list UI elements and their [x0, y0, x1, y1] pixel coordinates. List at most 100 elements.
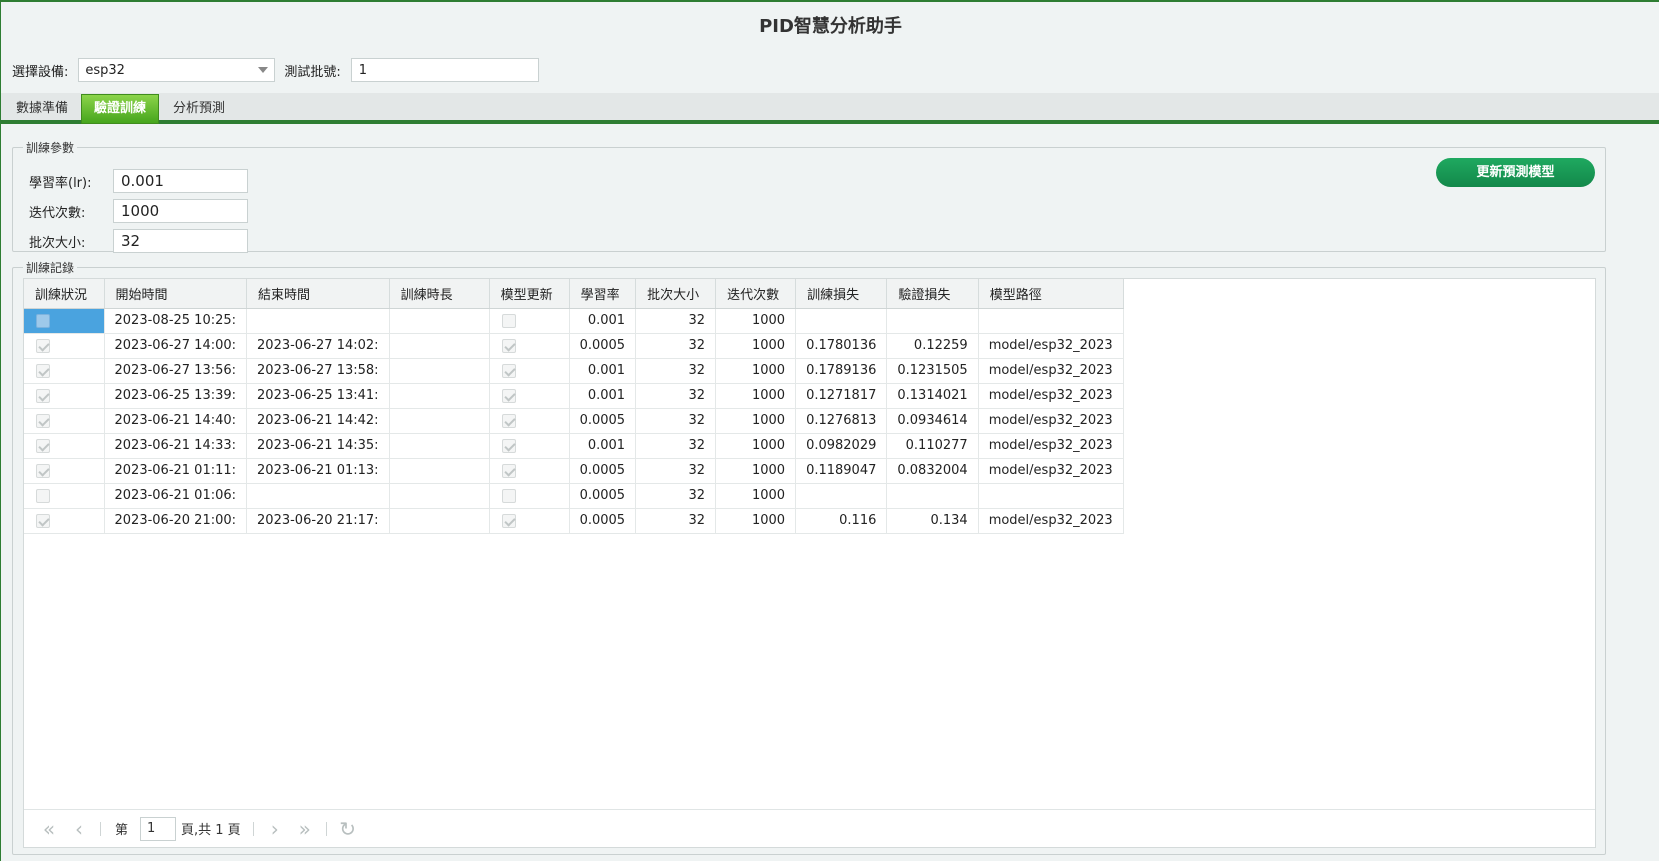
start-cell: 2023-06-21 01:06: — [104, 483, 248, 509]
batch-cell: 32 — [635, 508, 717, 534]
batch-cell: 32 — [635, 433, 717, 459]
lr-cell: 0.001 — [569, 433, 637, 459]
update-model-button[interactable]: 更新預測模型 — [1436, 158, 1595, 187]
lr-cell: 0.0005 — [569, 333, 637, 359]
pager-divider — [100, 821, 101, 836]
tab-validation-training[interactable]: 驗證訓練 — [81, 94, 160, 124]
table-row[interactable]: 2023-08-25 10:25: 0.001 32 1000 — [24, 308, 1124, 334]
col-header[interactable]: 結束時間 — [246, 279, 390, 309]
checkbox-icon[interactable] — [501, 488, 516, 503]
model-updated-cell — [489, 308, 570, 334]
col-header[interactable]: 學習率 — [569, 279, 637, 309]
path-cell — [978, 483, 1124, 509]
next-page-icon[interactable]: › — [260, 817, 290, 841]
device-select-value: esp32 — [85, 62, 125, 78]
iter-row: 迭代次數: 1000 — [29, 199, 248, 223]
batch-input[interactable]: 1 — [350, 58, 539, 82]
pager-divider — [325, 821, 327, 836]
val-loss-cell — [886, 308, 979, 334]
table-row[interactable]: 2023-06-21 14:33: 2023-06-21 14:35: 0.001 3… — [24, 433, 1124, 459]
batch-size-row: 批次大小: 32 — [29, 229, 248, 253]
prev-page-icon[interactable]: ‹ — [64, 817, 94, 841]
train-loss-cell: 0.1271817 — [795, 383, 888, 409]
checkbox-icon[interactable] — [36, 313, 50, 328]
page-number-input[interactable]: 1 — [140, 816, 177, 841]
model-updated-cell — [489, 433, 570, 459]
col-header[interactable]: 迭代次數 — [715, 279, 797, 309]
start-cell: 2023-06-21 14:40: — [104, 408, 248, 434]
col-header[interactable]: 驗證損失 — [886, 279, 979, 309]
toolbar: 選擇設備: esp32 測試批號: 1 — [12, 58, 539, 82]
training-params-panel: 訓練參數 學習率(lr): 0.001 迭代次數: 1000 批次大小: 32 — [12, 139, 1606, 253]
status-cell — [24, 408, 105, 434]
duration-cell — [389, 308, 490, 334]
iter-input[interactable]: 1000 — [113, 199, 248, 223]
col-header[interactable]: 訓練損失 — [795, 279, 888, 309]
col-header[interactable]: 模型更新 — [489, 279, 570, 309]
lr-cell: 0.001 — [569, 308, 637, 334]
checkbox-icon[interactable] — [501, 513, 516, 528]
train-loss-cell: 0.116 — [795, 508, 888, 534]
table-row[interactable]: 2023-06-20 21:00: 2023-06-20 21:17: 0.0005… — [24, 508, 1124, 534]
duration-cell — [389, 333, 490, 359]
col-header[interactable]: 訓練狀況 — [24, 279, 105, 309]
checkbox-icon[interactable] — [501, 413, 516, 428]
checkbox-icon[interactable] — [501, 313, 516, 328]
lr-cell: 0.001 — [569, 358, 637, 384]
table-row[interactable]: 2023-06-25 13:39: 2023-06-25 13:41: 0.001 3… — [24, 383, 1124, 409]
checkbox-icon[interactable] — [36, 463, 50, 478]
checkbox-icon[interactable] — [501, 463, 516, 478]
lr-cell: 0.0005 — [569, 483, 637, 509]
checkbox-icon[interactable] — [36, 388, 50, 403]
duration-cell — [389, 408, 490, 434]
dropdown-caret-icon[interactable] — [258, 67, 269, 73]
lr-cell: 0.0005 — [569, 458, 637, 484]
table-row[interactable]: 2023-06-27 14:00: 2023-06-27 14:02: 0.0005… — [24, 333, 1124, 359]
lr-cell: 0.0005 — [569, 408, 637, 434]
batch-cell: 32 — [635, 408, 717, 434]
batch-cell: 32 — [635, 308, 717, 334]
first-page-icon[interactable]: « — [34, 817, 64, 841]
table-row[interactable]: 2023-06-21 14:40: 2023-06-21 14:42: 0.0005… — [24, 408, 1124, 434]
table-row[interactable]: 2023-06-27 13:56: 2023-06-27 13:58: 0.001 3… — [24, 358, 1124, 384]
checkbox-icon[interactable] — [36, 513, 50, 528]
refresh-icon[interactable]: ↻ — [333, 817, 363, 841]
batch-label: 測試批號: — [284, 64, 341, 80]
last-page-icon[interactable]: » — [290, 817, 320, 841]
col-header[interactable]: 訓練時長 — [389, 279, 490, 309]
path-cell: model/esp32_2023 — [978, 358, 1124, 384]
end-cell: 2023-06-27 14:02: — [246, 333, 390, 359]
table-header-row: 訓練狀況 開始時間 結束時間 訓練時長 模型更新 學習率 批次大小 迭代次數 訓… — [24, 279, 1124, 309]
checkbox-icon[interactable] — [36, 488, 50, 503]
app-title: PID智慧分析助手 — [759, 16, 902, 37]
tab-analysis-prediction[interactable]: 分析預測 — [161, 95, 237, 122]
lr-label: 學習率(lr): — [29, 175, 92, 191]
checkbox-icon[interactable] — [36, 438, 50, 453]
table-row[interactable]: 2023-06-21 01:11: 2023-06-21 01:13: 0.0005… — [24, 458, 1124, 484]
tab-data-prep[interactable]: 數據準備 — [4, 95, 80, 122]
batch-size-input[interactable]: 32 — [113, 229, 248, 253]
lr-input[interactable]: 0.001 — [113, 169, 248, 193]
status-cell — [24, 433, 105, 459]
checkbox-icon[interactable] — [36, 338, 50, 353]
iter-cell: 1000 — [715, 408, 797, 434]
col-header[interactable]: 批次大小 — [635, 279, 717, 309]
col-header[interactable]: 開始時間 — [104, 279, 248, 309]
checkbox-icon[interactable] — [501, 338, 516, 353]
checkbox-icon[interactable] — [36, 363, 50, 378]
checkbox-icon[interactable] — [501, 388, 516, 403]
model-updated-cell — [489, 408, 570, 434]
status-cell — [24, 483, 105, 509]
table-row[interactable]: 2023-06-21 01:06: 0.0005 32 1000 — [24, 483, 1124, 509]
page-total: 頁,共 1 頁 — [181, 823, 241, 838]
checkbox-icon[interactable] — [501, 438, 516, 453]
col-header[interactable]: 模型路徑 — [978, 279, 1124, 309]
iter-cell: 1000 — [715, 383, 797, 409]
status-cell — [24, 358, 105, 384]
checkbox-icon[interactable] — [36, 413, 50, 428]
iter-cell: 1000 — [715, 508, 797, 534]
checkbox-icon[interactable] — [501, 363, 516, 378]
device-select[interactable]: esp32 — [78, 58, 276, 82]
val-loss-cell: 0.1231505 — [886, 358, 979, 384]
pagination-bar: « ‹ 第 1 頁,共 1 頁 › » ↻ — [24, 809, 1595, 847]
